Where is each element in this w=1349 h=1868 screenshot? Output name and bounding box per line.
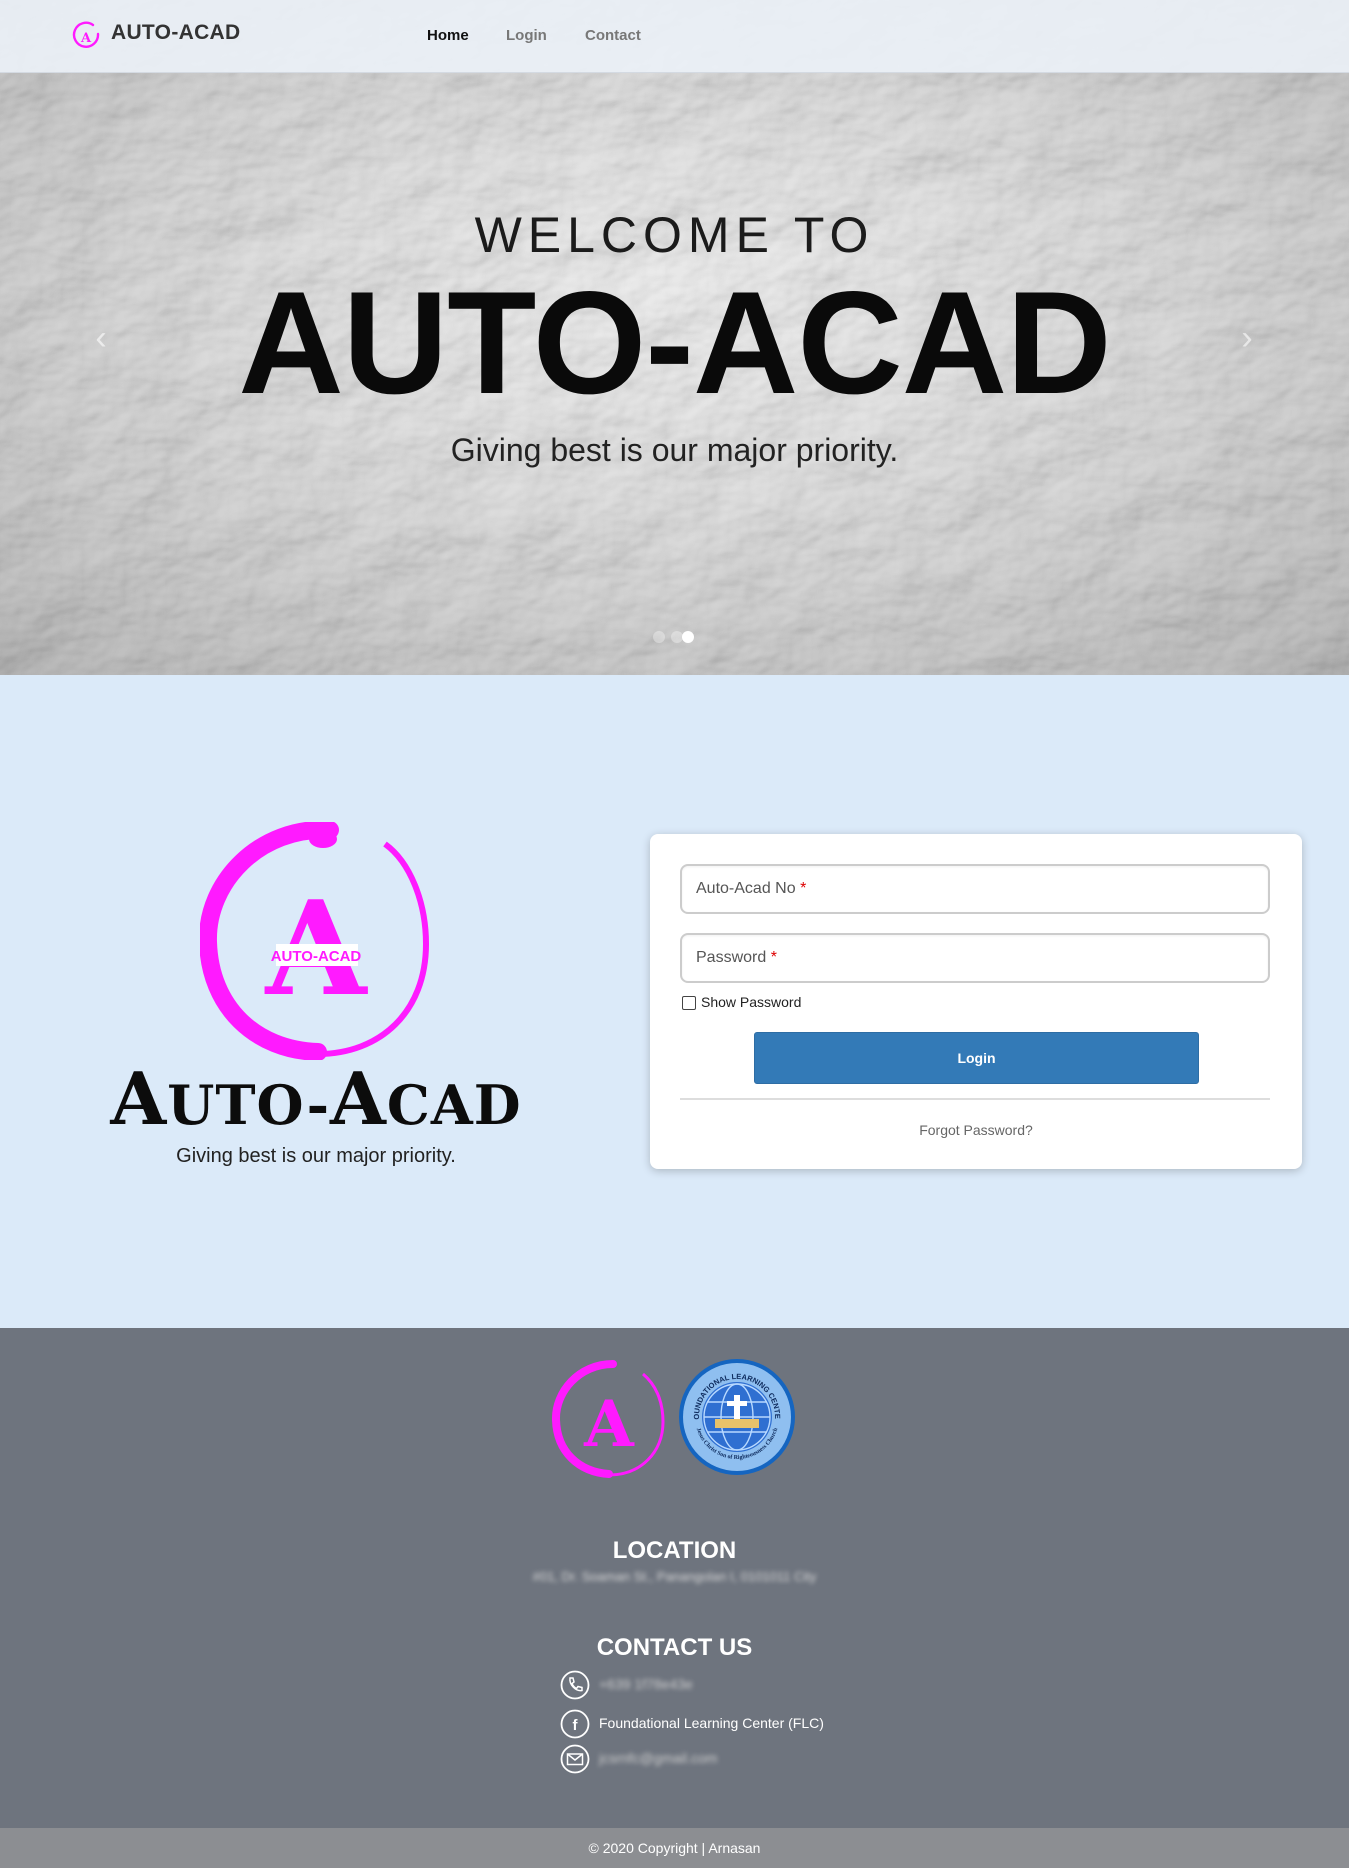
show-password-checkbox[interactable] <box>682 996 696 1010</box>
logo-inner-text: AUTO-ACAD <box>271 948 362 965</box>
email-address[interactable]: jcsrnfc@gmail.com <box>599 1750 717 1766</box>
contact-heading: CONTACT US <box>596 1634 753 1661</box>
nav-login-link[interactable]: Login <box>506 27 547 44</box>
divider <box>680 1098 1270 1100</box>
hero-welcome-text: WELCOME TO <box>474 207 875 263</box>
chevron-left-icon: ‹ <box>95 319 107 357</box>
carousel-prev-button[interactable]: ‹ <box>86 318 116 358</box>
hero-tagline: Giving best is our major priority. <box>450 432 899 468</box>
carousel-indicator-1[interactable] <box>653 631 665 643</box>
phone-number[interactable]: +639 1f78e43e <box>599 1676 693 1692</box>
auto-acad-no-field[interactable]: Auto-Acad No * <box>680 864 1270 914</box>
location-address: #01, Dr. Soaman St., Panangolan I, 01010… <box>532 1569 817 1584</box>
hero-carousel: WELCOME TO AUTO-ACAD Giving best is our … <box>0 0 1349 675</box>
auto-acad-footer-logo: A <box>551 1360 665 1478</box>
svg-text:f: f <box>573 1717 579 1734</box>
carousel-indicator-3[interactable] <box>682 631 694 643</box>
hero-title: AUTO-ACAD <box>238 261 1111 424</box>
flc-seal-logo: FOUNDATIONAL LEARNING CENTER Jesus Chris… <box>677 1357 795 1475</box>
phone-icon <box>560 1670 590 1700</box>
copyright-bar: © 2020 Copyright | Arnasan <box>0 1828 1349 1868</box>
forgot-password-link[interactable]: Forgot Password? <box>650 1122 1302 1138</box>
nav-home-link[interactable]: Home <box>427 27 469 44</box>
password-field[interactable]: Password * <box>680 933 1270 983</box>
show-password-label[interactable]: Show Password <box>701 994 801 1010</box>
carousel-next-button[interactable]: › <box>1232 318 1262 358</box>
auto-acad-wordmark: AUTO-ACAD <box>110 1056 522 1141</box>
email-icon <box>560 1744 590 1774</box>
login-button[interactable]: Login <box>754 1032 1199 1084</box>
chevron-right-icon: › <box>1241 319 1253 357</box>
brand-name-link[interactable]: AUTO-ACAD <box>111 21 240 45</box>
auto-acad-no-input[interactable] <box>696 866 1260 914</box>
nav-contact-link[interactable]: Contact <box>585 27 641 44</box>
login-form-card: Auto-Acad No * Password * Show Password … <box>650 834 1302 1169</box>
logo-tagline: Giving best is our major priority. <box>176 1145 456 1167</box>
facebook-icon: f <box>560 1709 590 1739</box>
top-navbar: A AUTO-ACAD Home Login Contact <box>0 0 1349 73</box>
footer-logo-letter: A <box>583 1387 635 1462</box>
location-heading: LOCATION <box>612 1537 737 1564</box>
auto-acad-large-logo: A AUTO-ACAD <box>200 822 430 1060</box>
password-input[interactable] <box>696 935 1260 983</box>
copyright-text: © 2020 Copyright | Arnasan <box>588 1840 761 1856</box>
auto-acad-logo-icon[interactable]: A <box>71 21 101 51</box>
facebook-page-link[interactable]: Foundational Learning Center (FLC) <box>599 1715 824 1731</box>
brand-logo-letter: A <box>80 31 92 46</box>
